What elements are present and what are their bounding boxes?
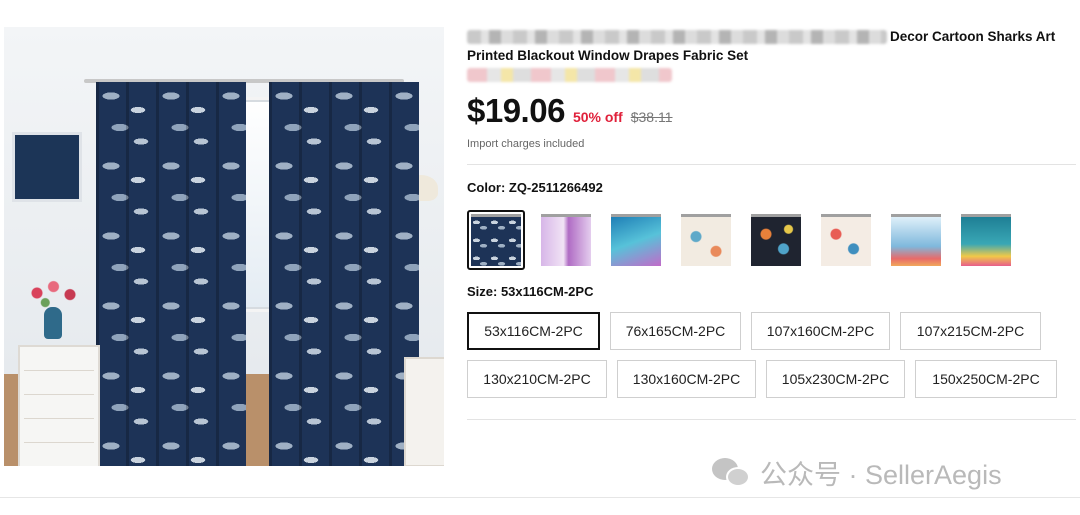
product-main-image[interactable] [4, 27, 444, 466]
swatch-image [751, 214, 801, 266]
curtain-panel-left [96, 82, 246, 466]
current-price: $19.06 [467, 92, 565, 129]
size-option-105x230[interactable]: 105x230CM-2PC [766, 360, 905, 398]
swatch-image [821, 214, 871, 266]
import-charges-note: Import charges included [467, 138, 585, 150]
swatch-image [541, 214, 591, 266]
swatch-image [471, 214, 521, 266]
size-option-130x160[interactable]: 130x160CM-2PC [617, 360, 756, 398]
redacted-title-text [467, 30, 887, 45]
color-swatch-teal-aquarium[interactable] [957, 210, 1015, 270]
size-option-76x165[interactable]: 76x165CM-2PC [610, 312, 741, 350]
flower-bouquet [26, 277, 81, 309]
redacted-store-text [467, 68, 672, 82]
original-price: $38.11 [630, 109, 673, 125]
bottom-divider [0, 497, 1080, 498]
title-line2: Printed Blackout Window Drapes Fabric Se… [467, 48, 749, 63]
size-option-list: 53x116CM-2PC 76x165CM-2PC 107x160CM-2PC … [467, 312, 1067, 398]
size-option-53x116[interactable]: 53x116CM-2PC [467, 312, 600, 350]
watermark-text: 公众号 · SellerAegis [760, 460, 1002, 490]
swatch-image [681, 214, 731, 266]
color-swatch-blue-seabed[interactable] [887, 210, 945, 270]
size-option-107x160[interactable]: 107x160CM-2PC [751, 312, 890, 350]
swatch-image [611, 214, 661, 266]
color-swatch-coral-print[interactable] [817, 210, 875, 270]
divider [467, 419, 1076, 420]
size-label: Size: 53x116CM-2PC [467, 284, 594, 299]
swatch-image [891, 214, 941, 266]
color-swatch-navy-sharks[interactable] [467, 210, 525, 270]
color-swatch-purple-mermaid[interactable] [537, 210, 595, 270]
vase [44, 307, 62, 339]
watermark: 公众号 · SellerAegis [712, 453, 1002, 492]
product-title: Decor Cartoon Sharks Art Printed Blackou… [467, 27, 1067, 65]
price-row: $19.06 50% off $38.11 [467, 92, 673, 130]
side-table [404, 357, 444, 466]
color-label: Color: ZQ-2511266492 [467, 180, 603, 195]
color-swatch-list [467, 210, 1015, 270]
size-option-107x215[interactable]: 107x215CM-2PC [900, 312, 1041, 350]
color-swatch-pastel-sea[interactable] [677, 210, 735, 270]
color-swatch-teal-ocean[interactable] [607, 210, 665, 270]
size-option-130x210[interactable]: 130x210CM-2PC [467, 360, 607, 398]
divider [467, 164, 1076, 165]
wechat-icon [712, 457, 752, 488]
discount-badge: 50% off [572, 109, 623, 125]
size-option-150x250[interactable]: 150x250CM-2PC [915, 360, 1057, 398]
curtain-panel-right [269, 82, 419, 466]
swatch-image [961, 214, 1011, 266]
title-end: Decor Cartoon Sharks Art [890, 29, 1056, 44]
white-cabinet [18, 345, 100, 466]
wall-picture-frame [12, 132, 82, 202]
color-swatch-dark-floral-sea[interactable] [747, 210, 805, 270]
